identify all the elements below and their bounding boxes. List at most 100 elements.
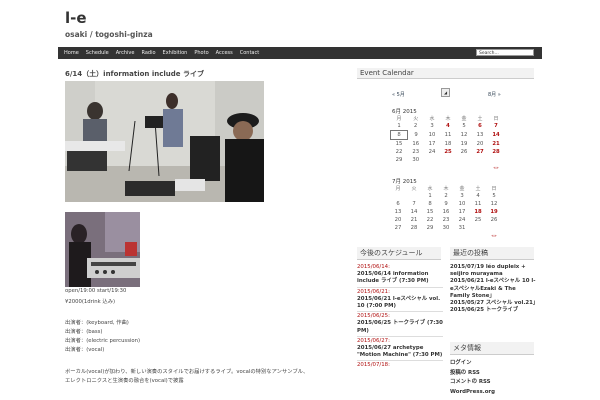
calendar-day: 6: [396, 201, 400, 207]
post-description-2: エレクトロニクスと生演奏の融合を(vocal)で披露: [65, 378, 184, 384]
calendar-day[interactable]: 27: [472, 148, 488, 156]
nav-archive[interactable]: Archive: [116, 50, 135, 56]
nav-photo[interactable]: Photo: [194, 50, 208, 56]
nav-exhibition[interactable]: Exhibition: [163, 50, 188, 56]
calendar-day: 25: [474, 217, 482, 223]
weekday-header: 木: [445, 115, 451, 122]
weekday-header: 火: [411, 185, 417, 192]
calendar-prev-link[interactable]: « 5月: [392, 91, 405, 98]
nav-home[interactable]: Home: [64, 50, 79, 56]
calendar-day: 28: [410, 225, 418, 231]
nav-schedule[interactable]: Schedule: [86, 50, 109, 56]
calendar-day: 5: [462, 123, 466, 130]
recent-posts-list: 2015/07/19 léo dupleix + seijiro murayam…: [450, 264, 538, 314]
upcoming-event-link[interactable]: 2015/06/21 l-eスペシャル vol. 10 (7:00 PM): [357, 296, 443, 310]
post-title[interactable]: 6/14（土）information include ライブ: [65, 69, 204, 79]
calendar-next-link[interactable]: 8月 »: [488, 91, 501, 98]
calendar-empty-cell: [440, 156, 456, 164]
upcoming-event-link[interactable]: 2015/06/27 archetype "Motion Machine" (7…: [357, 345, 443, 359]
list-separator: [357, 311, 443, 313]
calendar-empty-cell: [470, 232, 486, 240]
nav-access[interactable]: Access: [216, 50, 233, 56]
calendar-empty-cell: [408, 164, 425, 172]
weekday-header: 木: [443, 185, 449, 192]
calendar-day[interactable]: 14: [488, 131, 504, 140]
post-performer-2: 出演者：(bass): [65, 329, 103, 335]
calendar-month-link[interactable]: «»: [486, 232, 502, 240]
weekday-header: 土: [477, 115, 483, 122]
meta-link[interactable]: ログイン: [450, 359, 536, 369]
upcoming-date: 2015/06/27:: [357, 337, 390, 344]
calendar-day[interactable]: 21: [488, 140, 504, 149]
weekday-header: 火: [413, 115, 419, 122]
calendar-empty-cell: [406, 192, 422, 200]
calendar-day: 8: [428, 201, 432, 207]
calendar-day[interactable]: 7: [488, 122, 504, 131]
list-separator: [357, 335, 443, 337]
calendar-day: 11: [444, 132, 452, 138]
calendar-day: 20: [476, 140, 484, 147]
calendar-day: 23: [442, 217, 450, 223]
meta-link[interactable]: コメントの RSS: [450, 378, 536, 388]
calendar-day[interactable]: 25: [440, 148, 456, 156]
calendar-day: 2: [444, 193, 448, 199]
upcoming-date: 2015/07/18:: [357, 362, 390, 369]
calendar-day[interactable]: 28: [488, 148, 504, 156]
recent-post-link[interactable]: 2015/06/25 トークライブ: [450, 307, 536, 314]
calendar-month-link[interactable]: «»: [488, 164, 504, 172]
calendar-empty-cell: [454, 232, 470, 240]
weekday-header: 月: [395, 185, 401, 192]
meta-widget-title: メタ情報: [450, 342, 534, 355]
calendar-empty-cell: [488, 156, 504, 164]
calendar-day: 3: [430, 123, 434, 130]
calendar-day: 12: [460, 132, 468, 138]
meta-list: ログイン 投稿の RSS コメントの RSS WordPress.org: [450, 359, 536, 397]
calendar-day[interactable]: 18: [470, 208, 486, 216]
calendar-day: 3: [460, 193, 464, 199]
recent-post-link[interactable]: 2015/07/19 léo dupleix + seijiro murayam…: [450, 264, 536, 278]
main-navigation: Home Schedule Archive Radio Exhibition P…: [58, 47, 542, 59]
list-separator: [357, 286, 443, 288]
calendar-june-table: 月火水木金土日 1 2 3 4 5 6 7 8 9 10 11 12 13 14 15 16 17 18 19 20 21…: [390, 114, 504, 172]
nav-contact[interactable]: Contact: [240, 50, 259, 56]
calendar-day: 30: [442, 225, 450, 231]
calendar-day: 15: [426, 209, 434, 215]
calendar-day: 31: [458, 225, 466, 231]
live-performance-photo: [65, 81, 264, 202]
calendar-widget-title: Event Calendar: [357, 68, 534, 79]
upcoming-list: 2015/06/14: 2015/06/14 information includ…: [357, 264, 443, 370]
search-input[interactable]: Search...: [476, 49, 534, 56]
meta-link[interactable]: WordPress.org: [450, 388, 536, 398]
upcoming-date: 2015/06/14:: [357, 264, 390, 270]
performer-image: [65, 212, 140, 287]
post-performer-1: 出演者：(keyboard, 作曲): [65, 320, 129, 326]
calendar-day[interactable]: 4: [440, 122, 456, 131]
calendar-day[interactable]: 6: [472, 122, 488, 131]
upcoming-event-link[interactable]: 2015/06/25 トークライブ (7:30 PM): [357, 320, 443, 334]
upcoming-event-link[interactable]: 2015/06/14 information include ライブ (7:30…: [357, 271, 443, 285]
calendar-day: 23: [412, 149, 420, 155]
site-title[interactable]: l-e: [65, 9, 87, 27]
calendar-day: 29: [395, 157, 403, 163]
weekday-header: 水: [429, 115, 435, 122]
nav-radio[interactable]: Radio: [141, 50, 155, 56]
calendar-day: 9: [444, 201, 448, 207]
calendar-empty-cell: [472, 156, 488, 164]
calendar-day: 29: [426, 225, 434, 231]
post-time-line: open/19:00 start/19:30: [65, 288, 127, 294]
upcoming-widget-title: 今後のスケジュール: [357, 247, 441, 260]
calendar-empty-cell: [486, 224, 502, 232]
calendar-day: 1: [428, 193, 432, 199]
calendar-icon[interactable]: ◢: [441, 88, 450, 97]
calendar-day[interactable]: 19: [486, 208, 502, 216]
post-price-line: ¥2000(1drink 込み): [65, 299, 116, 305]
performer-photo: [65, 212, 140, 287]
calendar-day: 5: [492, 193, 496, 199]
post-description-1: ボーカル(vocal)が加わり、新しい演奏のスタイルでお届けするライブ。voca…: [65, 369, 309, 375]
calendar-empty-cell: [472, 164, 488, 172]
calendar-day: 18: [444, 140, 452, 147]
calendar-day: 4: [476, 193, 480, 199]
recent-post-link[interactable]: 2015/06/21 l-eスペシャル 10 l-eスペシャルEzaki & T…: [450, 278, 536, 300]
meta-link[interactable]: 投稿の RSS: [450, 369, 536, 379]
list-separator: [357, 360, 443, 362]
